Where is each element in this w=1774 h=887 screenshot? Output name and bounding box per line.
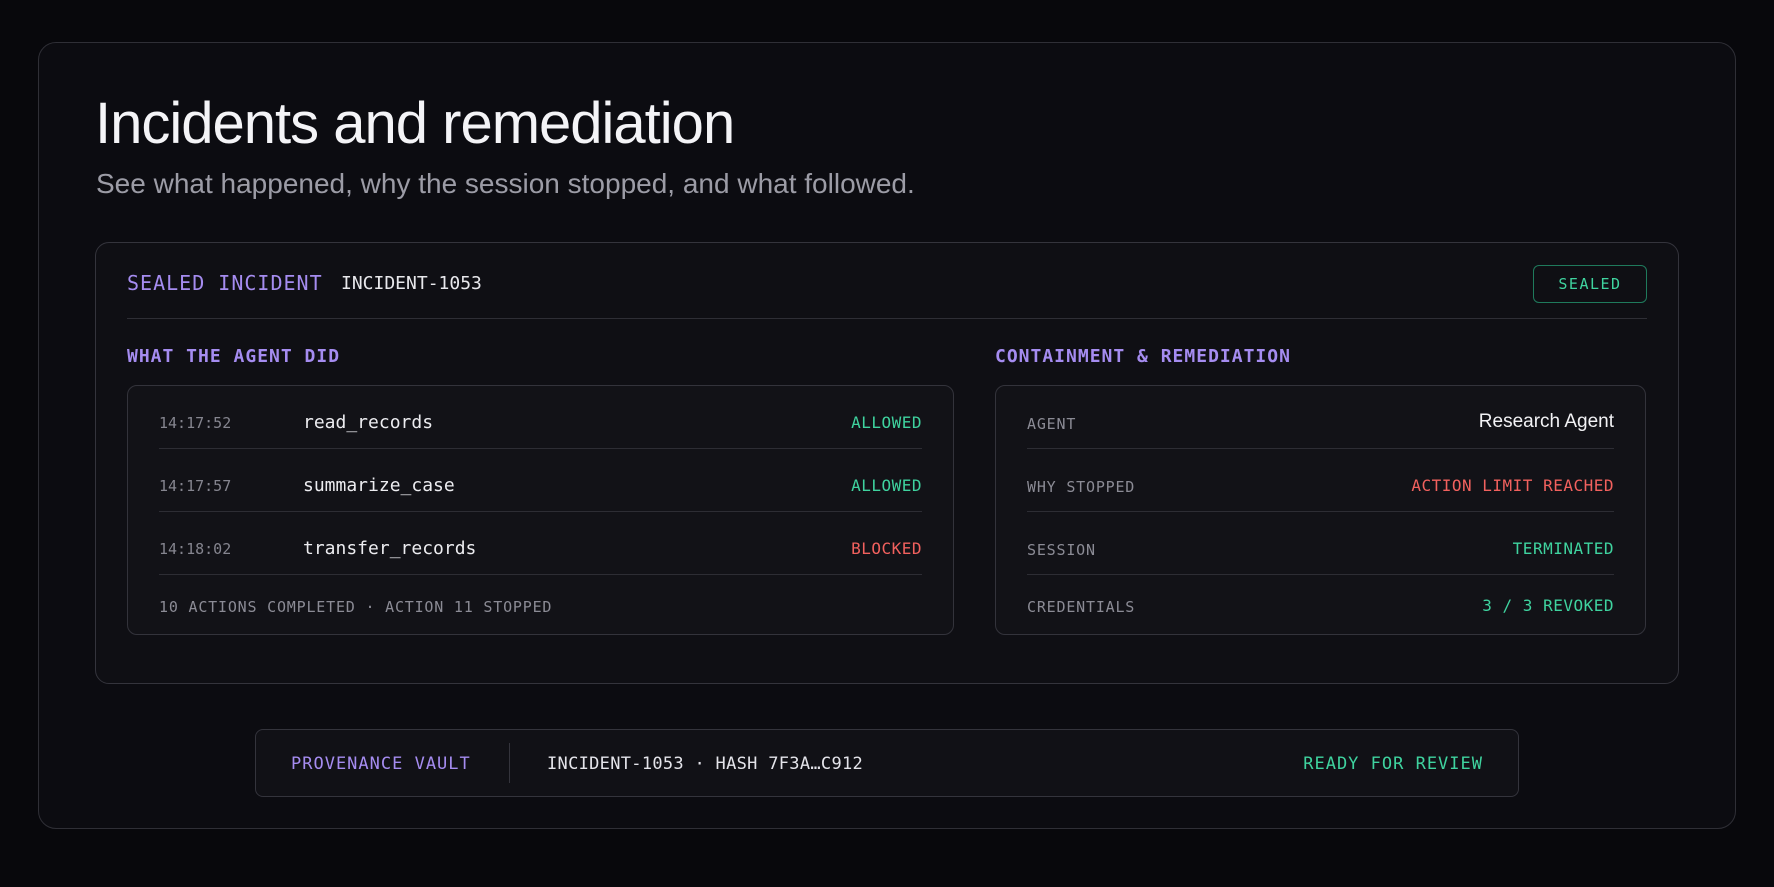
why-stopped-value: ACTION LIMIT REACHED [1411, 476, 1614, 495]
actions-summary: 10 ACTIONS COMPLETED · ACTION 11 STOPPED [159, 598, 553, 616]
provenance-vault-bar[interactable]: PROVENANCE VAULT INCIDENT-1053 · HASH 7F… [255, 729, 1519, 797]
action-row[interactable]: 14:18:02 transfer_records BLOCKED [159, 512, 922, 575]
session-row: SESSION TERMINATED [1027, 512, 1614, 575]
incident-card: SEALED INCIDENT INCIDENT-1053 SEALED WHA… [95, 242, 1679, 684]
incident-id: INCIDENT-1053 [341, 273, 482, 294]
action-status: ALLOWED [851, 476, 922, 495]
incident-label: SEALED INCIDENT [127, 271, 323, 295]
remediation-heading: CONTAINMENT & REMEDIATION [995, 346, 1291, 367]
why-stopped-key: WHY STOPPED [1027, 478, 1136, 496]
action-name: transfer_records [303, 538, 477, 559]
action-row[interactable]: 14:17:57 summarize_case ALLOWED [159, 449, 922, 512]
why-stopped-row: WHY STOPPED ACTION LIMIT REACHED [1027, 449, 1614, 512]
credentials-key: CREDENTIALS [1027, 598, 1136, 616]
incident-header: SEALED INCIDENT INCIDENT-1053 SEALED [127, 265, 1647, 319]
session-key: SESSION [1027, 541, 1096, 559]
agent-value: Research Agent [1478, 411, 1614, 432]
action-name: read_records [303, 412, 434, 433]
page-title: Incidents and remediation [95, 91, 735, 156]
agent-row: AGENT Research Agent [1027, 386, 1614, 449]
sealed-status-badge: SEALED [1533, 265, 1647, 303]
credentials-value: 3 / 3 REVOKED [1482, 596, 1614, 615]
page-subtitle: See what happened, why the session stopp… [96, 168, 915, 199]
action-time: 14:17:57 [159, 477, 232, 495]
action-time: 14:17:52 [159, 414, 232, 432]
agent-key: AGENT [1027, 415, 1077, 433]
action-name: summarize_case [303, 475, 455, 496]
action-row[interactable]: 14:17:52 read_records ALLOWED [159, 386, 922, 449]
vault-divider [509, 743, 510, 783]
session-value: TERMINATED [1512, 539, 1614, 558]
vault-label: PROVENANCE VAULT [291, 754, 471, 774]
action-status: ALLOWED [851, 413, 922, 432]
remediation-panel: AGENT Research Agent WHY STOPPED ACTION … [995, 385, 1646, 635]
action-time: 14:18:02 [159, 540, 232, 558]
vault-status: READY FOR REVIEW [1303, 754, 1483, 774]
vault-hash: INCIDENT-1053 · HASH 7F3A…C912 [547, 754, 864, 774]
agent-actions-panel: 14:17:52 read_records ALLOWED 14:17:57 s… [127, 385, 954, 635]
action-status: BLOCKED [851, 539, 922, 558]
agent-actions-heading: WHAT THE AGENT DID [127, 346, 341, 367]
credentials-row: CREDENTIALS 3 / 3 REVOKED [1027, 569, 1614, 632]
